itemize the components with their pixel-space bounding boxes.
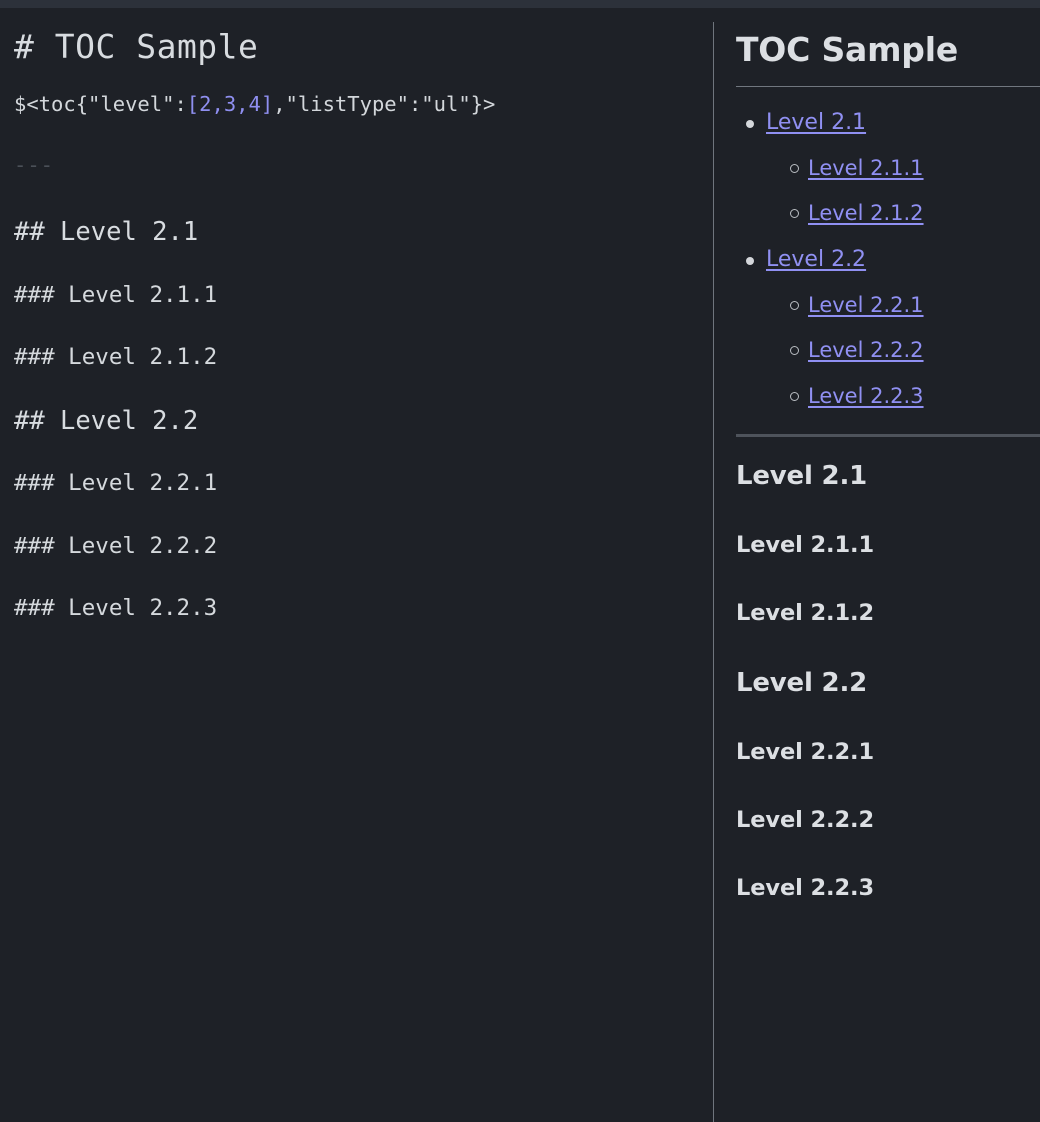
preview-title: TOC Sample [736, 30, 959, 69]
toc-item: Level 2.1 Level 2.1.1 Level 2.1.2 [736, 109, 1040, 227]
toc-list: Level 2.1 Level 2.1.1 Level 2.1.2 Level … [736, 109, 1040, 409]
editor-line-heading1: # TOC Sample [14, 27, 259, 66]
preview-heading-level-2-2: Level 2.2 [736, 667, 868, 698]
table-of-contents: Level 2.1 Level 2.1.1 Level 2.1.2 Level … [736, 109, 1040, 409]
editor-line-heading3-a2: ### Level 2.1.2 [14, 344, 218, 370]
toc-link-level-2-2-2[interactable]: Level 2.2.2 [808, 338, 924, 362]
preview-heading-level-2-1-2: Level 2.1.2 [736, 599, 875, 626]
toolbar-edge-strip [0, 0, 1040, 8]
toc-item: Level 2.2.3 [766, 383, 1040, 409]
preview-horizontal-rule [736, 433, 1040, 437]
toc-directive-prefix: $<toc{"level": [14, 92, 187, 116]
toc-link-level-2-1-2[interactable]: Level 2.1.2 [808, 201, 924, 225]
editor-line-heading3-b3: ### Level 2.2.3 [14, 595, 218, 621]
toc-link-level-2-2-3[interactable]: Level 2.2.3 [808, 384, 924, 408]
markdown-source-editor[interactable]: # TOC Sample $<toc{"level":[2,3,4],"list… [0, 8, 713, 1122]
toc-link-level-2-2[interactable]: Level 2.2 [766, 247, 866, 272]
markdown-rendered-preview: TOC Sample Level 2.1 Level 2.1.1 Level 2… [714, 8, 1040, 1122]
toc-sublist: Level 2.2.1 Level 2.2.2 Level 2.2.3 [766, 292, 1040, 409]
preview-heading-level-2-2-2: Level 2.2.2 [736, 806, 875, 833]
editor-line-heading3-b2: ### Level 2.2.2 [14, 532, 218, 559]
toc-link-level-2-1[interactable]: Level 2.1 [766, 110, 866, 135]
toc-directive-suffix: ,"listType":"ul"}> [273, 92, 496, 116]
preview-headings: Level 2.1 Level 2.1.1 Level 2.1.2 Level … [736, 461, 1040, 901]
toc-link-level-2-1-1[interactable]: Level 2.1.1 [808, 156, 924, 180]
editor-line-heading3-b1: ### Level 2.2.1 [14, 470, 218, 496]
toc-item: Level 2.1.2 [766, 200, 1040, 226]
preview-heading-level-2-1-1: Level 2.1.1 [736, 531, 875, 558]
toc-item: Level 2.2 Level 2.2.1 Level 2.2.2 Level … [736, 246, 1040, 409]
editor-line-toc-directive: $<toc{"level":[2,3,4],"listType":"ul"}> [14, 94, 713, 115]
preview-heading-level-2-2-1: Level 2.2.1 [736, 738, 875, 765]
editor-preview-split: # TOC Sample $<toc{"level":[2,3,4],"list… [0, 8, 1040, 1122]
toc-directive-levels: [2,3,4] [186, 92, 274, 116]
toc-link-level-2-2-1[interactable]: Level 2.2.1 [808, 293, 924, 317]
editor-document[interactable]: # TOC Sample $<toc{"level":[2,3,4],"list… [14, 30, 713, 620]
editor-line-horizontal-rule: --- [14, 152, 55, 177]
editor-line-heading2-a: ## Level 2.1 [14, 217, 199, 247]
preview-heading-level-2-2-3: Level 2.2.3 [736, 874, 875, 901]
toc-sublist: Level 2.1.1 Level 2.1.2 [766, 155, 1040, 227]
preview-title-rule [736, 85, 1040, 87]
toc-item: Level 2.1.1 [766, 155, 1040, 181]
preview-heading-level-2-1: Level 2.1 [736, 460, 868, 491]
toc-item: Level 2.2.1 [766, 292, 1040, 318]
editor-line-heading3-a1: ### Level 2.1.1 [14, 281, 218, 308]
toc-item: Level 2.2.2 [766, 337, 1040, 363]
editor-line-heading2-b: ## Level 2.2 [14, 405, 199, 436]
